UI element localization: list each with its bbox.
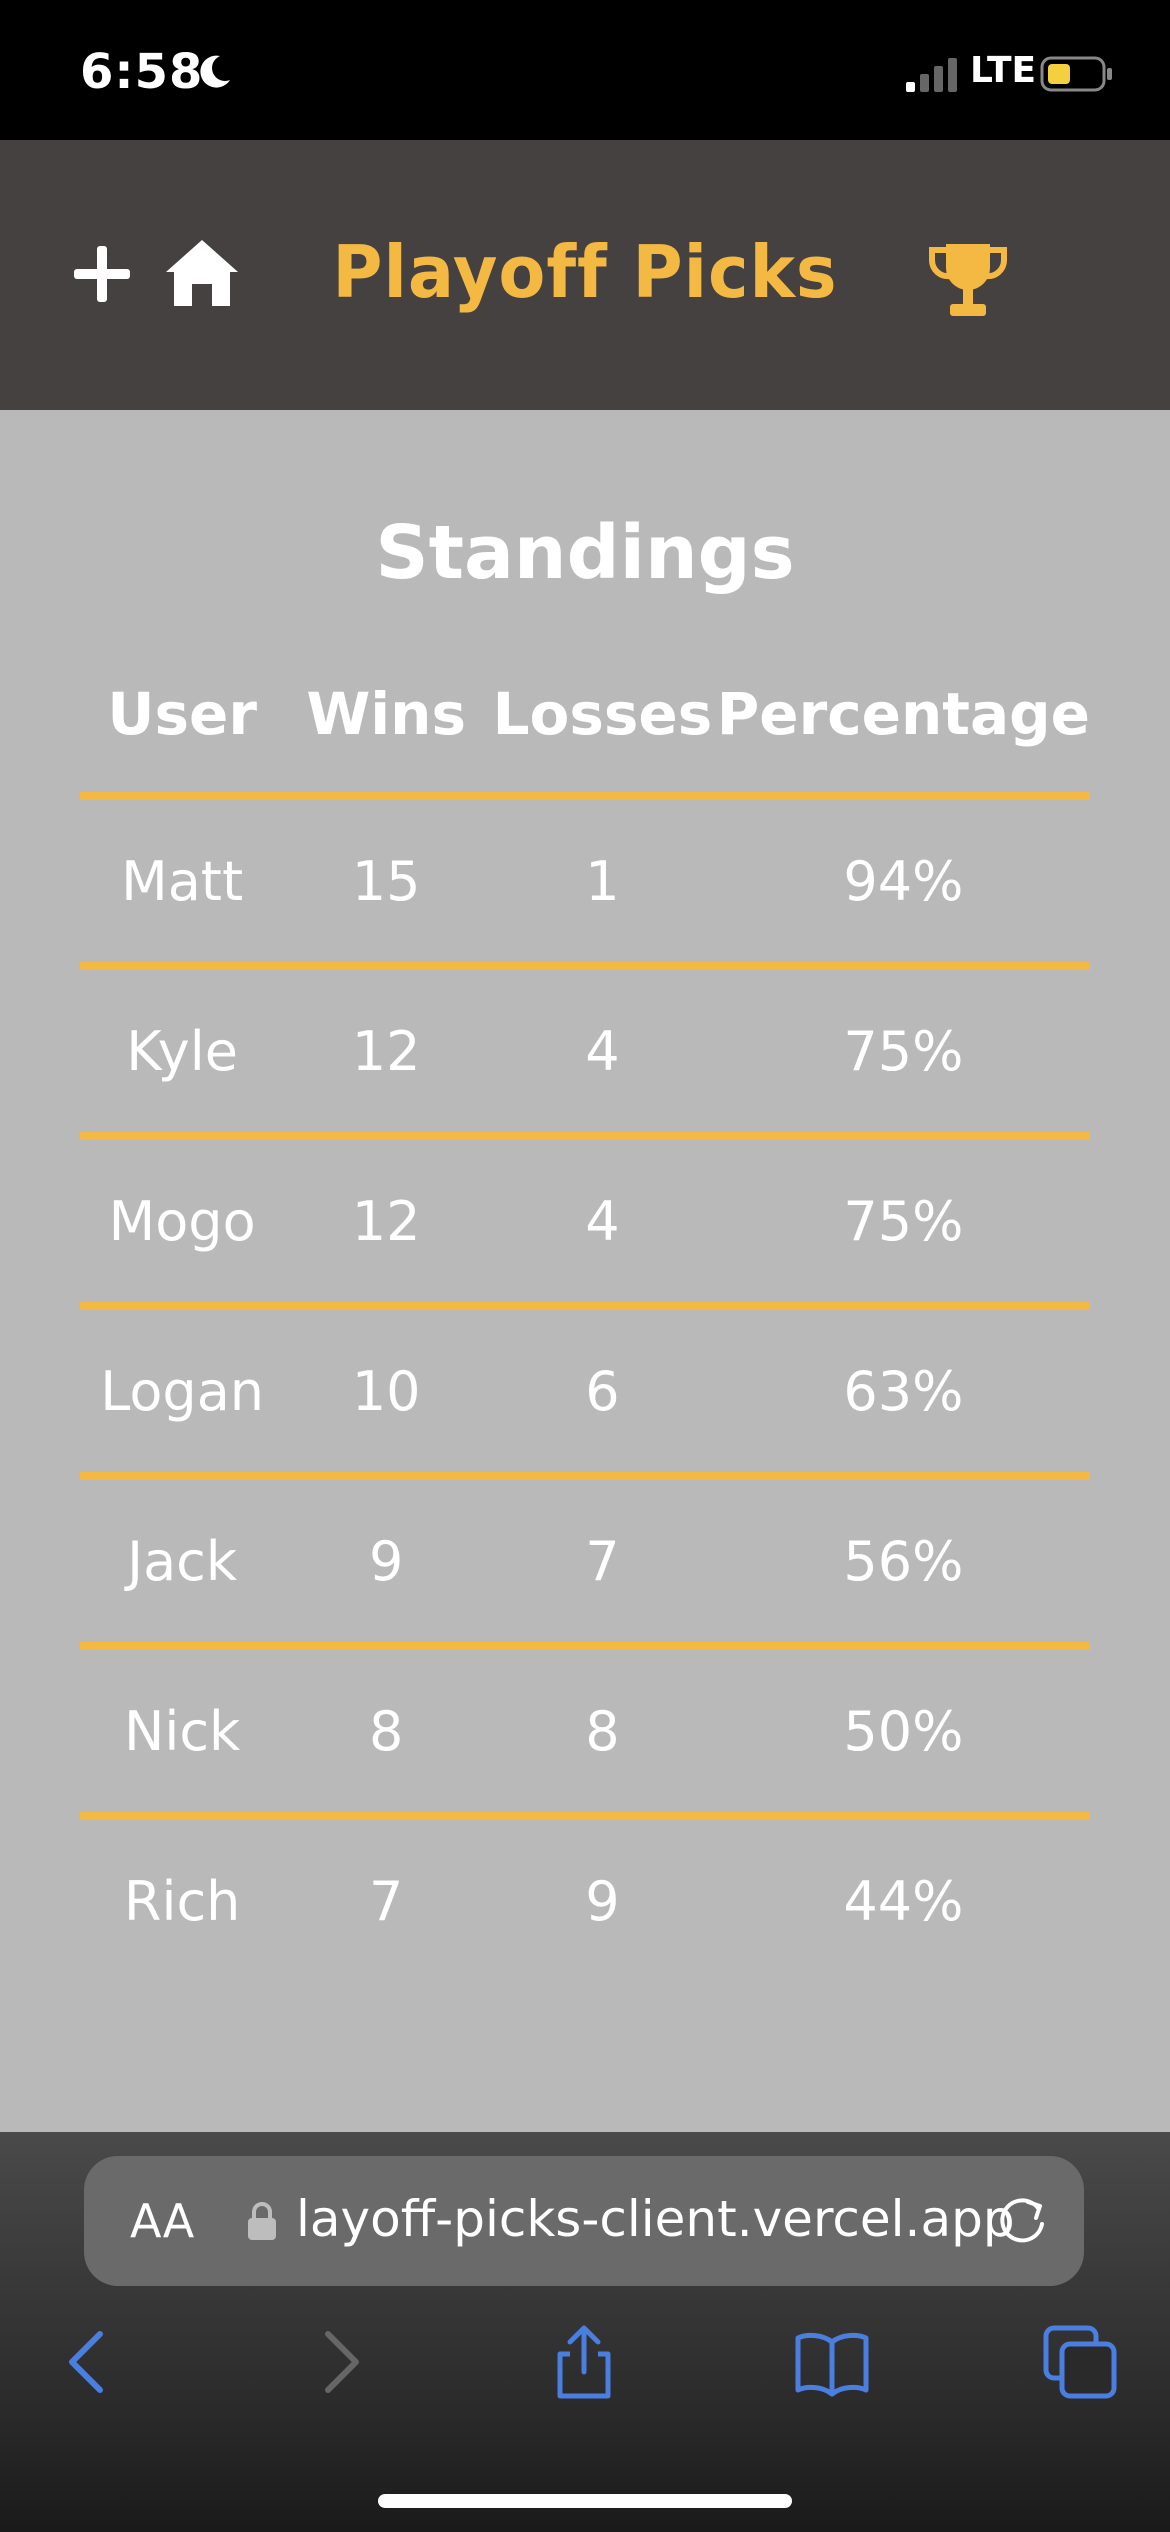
- wins-cell: 15: [284, 796, 489, 970]
- plus-icon[interactable]: [70, 242, 134, 306]
- losses-cell: 4: [488, 966, 717, 1140]
- status-time: 6:58: [80, 44, 204, 100]
- home-indicator[interactable]: [378, 2494, 792, 2508]
- losses-cell: 1: [488, 796, 717, 970]
- percentage-cell: 75%: [716, 1136, 1090, 1310]
- user-cell: Logan: [80, 1306, 285, 1480]
- column-header-wins: Wins: [284, 636, 489, 800]
- table-row: Matt 15 1 94%: [80, 796, 1090, 970]
- address-bar[interactable]: AA layoff-picks-client.vercel.app: [84, 2156, 1084, 2286]
- moon-icon: [200, 55, 230, 88]
- column-header-losses: Losses: [488, 636, 717, 800]
- page-title: Standings: [375, 510, 795, 596]
- wins-cell: 10: [284, 1306, 489, 1480]
- percentage-cell: 94%: [716, 796, 1090, 970]
- percentage-cell: 56%: [716, 1476, 1090, 1650]
- table-row: Logan 10 6 63%: [80, 1306, 1090, 1480]
- home-icon[interactable]: [162, 236, 242, 310]
- forward-icon[interactable]: [300, 2322, 380, 2402]
- user-cell: Nick: [80, 1646, 285, 1820]
- percentage-cell: 75%: [716, 966, 1090, 1140]
- user-cell: Matt: [80, 796, 285, 970]
- losses-cell: 8: [488, 1646, 717, 1820]
- percentage-cell: 50%: [716, 1646, 1090, 1820]
- table-row: Nick 8 8 50%: [80, 1646, 1090, 1820]
- lock-icon: [248, 2202, 276, 2240]
- wins-cell: 9: [284, 1476, 489, 1650]
- column-header-user: User: [80, 636, 285, 800]
- standings-section: Standings User Wins Losses Percentage Ma…: [0, 410, 1170, 2132]
- user-cell: Jack: [80, 1476, 285, 1650]
- losses-cell: 7: [488, 1476, 717, 1650]
- trophy-icon[interactable]: [926, 238, 1010, 322]
- share-icon[interactable]: [544, 2322, 624, 2402]
- table-row: Rich 7 9 44%: [80, 1816, 1090, 1982]
- user-cell: Mogo: [80, 1136, 285, 1310]
- text-size-button[interactable]: AA: [130, 2194, 194, 2248]
- table-row: Jack 9 7 56%: [80, 1476, 1090, 1650]
- table-row: Kyle 12 4 75%: [80, 966, 1090, 1140]
- url-text[interactable]: layoff-picks-client.vercel.app: [296, 2190, 1015, 2248]
- status-bar: 6:58 LTE: [0, 0, 1170, 140]
- table-row: Mogo 12 4 75%: [80, 1136, 1090, 1310]
- percentage-cell: 63%: [716, 1306, 1090, 1480]
- app-title[interactable]: Playoff Picks: [314, 230, 856, 314]
- wins-cell: 7: [368, 1869, 404, 1933]
- wins-cell: 12: [284, 966, 489, 1140]
- standings-table: User Wins Losses Percentage Matt 15 1 94…: [80, 636, 1090, 1982]
- user-cell: Rich: [123, 1869, 241, 1933]
- wins-cell: 8: [284, 1646, 489, 1820]
- battery-icon: [1040, 56, 1112, 92]
- column-header-percentage: Percentage: [716, 636, 1090, 800]
- bookmarks-icon[interactable]: [792, 2322, 872, 2402]
- user-cell: Kyle: [80, 966, 285, 1140]
- browser-toolbar: AA layoff-picks-client.vercel.app: [0, 2132, 1170, 2532]
- table-header-row: User Wins Losses Percentage: [80, 636, 1090, 800]
- back-icon[interactable]: [48, 2322, 128, 2402]
- reload-icon[interactable]: [994, 2192, 1052, 2250]
- signal-icon: [906, 58, 957, 92]
- losses-cell: 9: [585, 1869, 620, 1933]
- percentage-cell: 44%: [843, 1869, 964, 1933]
- losses-cell: 4: [488, 1136, 717, 1310]
- tabs-icon[interactable]: [1040, 2322, 1120, 2402]
- wins-cell: 12: [284, 1136, 489, 1310]
- losses-cell: 6: [488, 1306, 717, 1480]
- carrier-label: LTE: [970, 50, 1037, 91]
